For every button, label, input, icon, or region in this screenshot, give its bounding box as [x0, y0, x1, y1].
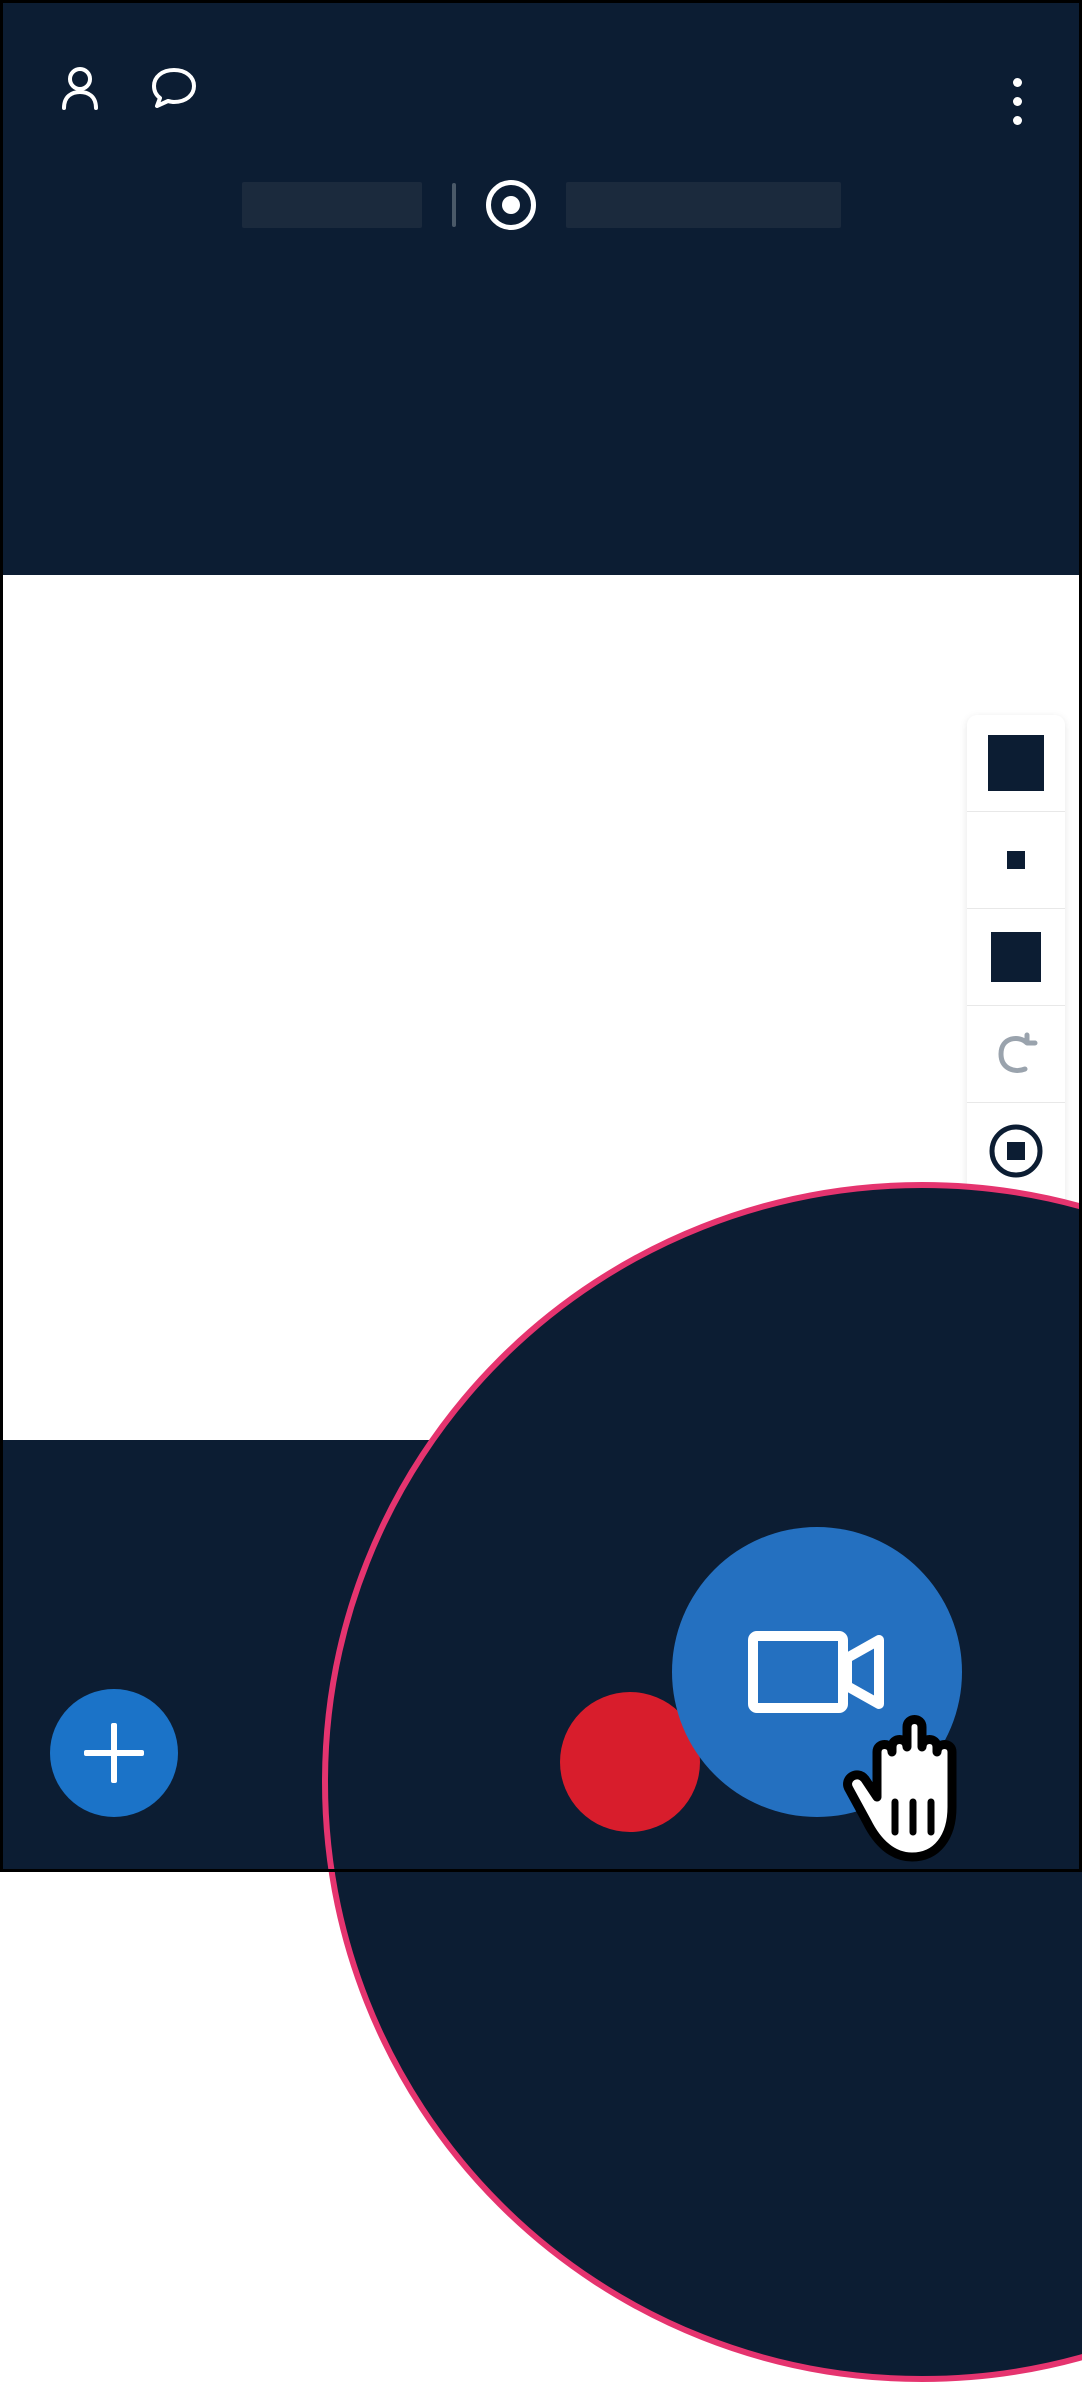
- kebab-dot-icon: [1013, 116, 1022, 125]
- fill-square-icon: [991, 932, 1041, 982]
- undo-icon: [991, 1029, 1041, 1079]
- header-region: [0, 0, 1082, 575]
- title-placeholder-right: [566, 182, 841, 228]
- kebab-dot-icon: [1013, 78, 1022, 87]
- tool-color-small[interactable]: [967, 812, 1065, 909]
- plus-icon: [111, 1723, 117, 1783]
- profile-icon: [60, 66, 100, 110]
- tool-undo[interactable]: [967, 1006, 1065, 1103]
- color-swatch-large-icon: [988, 735, 1044, 791]
- tool-fill[interactable]: [967, 909, 1065, 1006]
- add-button[interactable]: [50, 1689, 178, 1817]
- title-placeholder-left: [242, 182, 422, 228]
- title-row: [0, 180, 1082, 230]
- stop-icon: [989, 1124, 1043, 1178]
- record-button[interactable]: [486, 180, 536, 230]
- chat-button[interactable]: [150, 66, 198, 110]
- chat-icon: [150, 66, 198, 110]
- kebab-dot-icon: [1013, 97, 1022, 106]
- tool-color-large[interactable]: [967, 715, 1065, 812]
- record-icon: [502, 196, 520, 214]
- title-separator: [452, 183, 456, 227]
- color-swatch-small-icon: [1007, 851, 1025, 869]
- video-camera-icon: [747, 1622, 887, 1722]
- video-call-button[interactable]: [672, 1527, 962, 1817]
- profile-button[interactable]: [60, 66, 100, 110]
- kebab-menu-button[interactable]: [1003, 68, 1032, 135]
- topbar: [0, 58, 1082, 118]
